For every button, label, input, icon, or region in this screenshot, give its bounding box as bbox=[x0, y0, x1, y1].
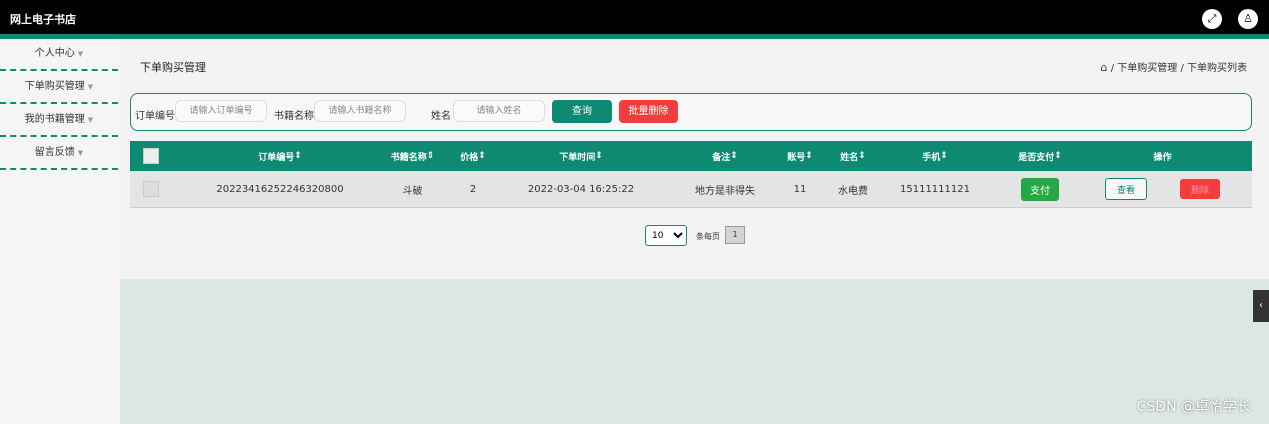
sidebar-item-label: 下单购买管理 bbox=[24, 81, 85, 92]
batch-delete-button[interactable]: 批量删除 bbox=[619, 100, 678, 123]
sort-icon: ⇕ bbox=[426, 151, 435, 161]
fullscreen-icon[interactable]: ⤢ bbox=[1202, 9, 1222, 29]
sort-icon: ⇕ bbox=[858, 151, 866, 161]
sidebar-item-label: 我的书籍管理 bbox=[24, 114, 85, 125]
column-header-label: 订单编号 bbox=[258, 152, 295, 163]
column-header-label: 手机 bbox=[922, 152, 941, 163]
row-select-cell bbox=[140, 171, 162, 207]
column-header-remark[interactable]: 备注 ⇕ bbox=[670, 141, 780, 171]
breadcrumb-item[interactable]: 下单购买管理 bbox=[1117, 63, 1177, 74]
search-form: 订单编号 书籍名称 姓名 查询 批量删除 bbox=[130, 93, 1252, 131]
sort-icon: ⇕ bbox=[1054, 151, 1062, 161]
sort-icon: ⇕ bbox=[294, 151, 302, 161]
caret-down-icon: ▼ bbox=[87, 116, 94, 124]
table-row: 20223416252246320800 斗破 2 2022-03-04 16:… bbox=[130, 171, 1252, 208]
breadcrumb-item: 下单购买列表 bbox=[1187, 63, 1247, 74]
order-no-label: 订单编号 bbox=[135, 111, 175, 122]
column-header-book-name[interactable]: 书籍名称 ⇕ bbox=[380, 141, 445, 171]
sort-icon: ⇕ bbox=[478, 151, 486, 161]
pay-button[interactable]: 支付 bbox=[1021, 177, 1059, 201]
footer-area bbox=[120, 279, 1269, 424]
cell-account: 11 bbox=[793, 183, 807, 195]
caret-down-icon: ▼ bbox=[87, 83, 94, 91]
sidebar-item-label: 个人中心 bbox=[34, 48, 75, 59]
name-label: 姓名 bbox=[431, 111, 451, 122]
sort-icon: ⇕ bbox=[940, 151, 948, 161]
column-header-account[interactable]: 账号 ⇕ bbox=[780, 141, 820, 171]
column-header-label: 姓名 bbox=[840, 152, 859, 163]
column-header-label: 书籍名称 bbox=[390, 152, 427, 163]
column-header-name[interactable]: 姓名 ⇕ bbox=[823, 141, 883, 171]
delete-button[interactable]: 删除 bbox=[1180, 179, 1220, 199]
select-all-checkbox[interactable] bbox=[143, 148, 159, 164]
order-no-input[interactable] bbox=[175, 100, 267, 122]
column-header-label: 下单时间 bbox=[559, 152, 596, 163]
sidebar-item-order-management[interactable]: 下单购买管理 ▼ bbox=[0, 72, 118, 104]
column-header-label: 备注 bbox=[712, 152, 731, 163]
sidebar-item-personal-center[interactable]: 个人中心 ▼ bbox=[0, 39, 118, 71]
top-bar: 网上电子书店 ⤢ ♙ bbox=[0, 0, 1269, 34]
book-name-label: 书籍名称 bbox=[274, 111, 314, 122]
per-page-label: 条每页 bbox=[696, 232, 720, 241]
column-header-order-no[interactable]: 订单编号 ⇕ bbox=[190, 141, 370, 171]
row-checkbox[interactable] bbox=[143, 181, 159, 197]
view-button[interactable]: 查看 bbox=[1105, 178, 1147, 200]
column-header-actions: 操作 bbox=[1110, 141, 1215, 171]
chevron-left-icon[interactable]: ‹ bbox=[1253, 290, 1269, 322]
breadcrumb: ⌂ / 下单购买管理 / 下单购买列表 bbox=[1101, 59, 1247, 74]
sidebar-item-label: 留言反馈 bbox=[34, 147, 75, 158]
column-header-label: 价格 bbox=[460, 152, 479, 163]
column-header-phone[interactable]: 手机 ⇕ bbox=[890, 141, 980, 171]
sidebar: 个人中心 ▼ 下单购买管理 ▼ 我的书籍管理 ▼ 留言反馈 ▼ bbox=[0, 39, 118, 424]
column-header-price[interactable]: 价格 ⇕ bbox=[448, 141, 498, 171]
main-content: 下单购买管理 ⌂ / 下单购买管理 / 下单购买列表 订单编号 书籍名称 姓名 … bbox=[120, 39, 1269, 279]
caret-down-icon: ▼ bbox=[77, 50, 84, 58]
app-title: 网上电子书店 bbox=[10, 13, 76, 26]
page-title: 下单购买管理 bbox=[140, 61, 206, 74]
sidebar-item-my-books[interactable]: 我的书籍管理 ▼ bbox=[0, 105, 118, 137]
home-icon[interactable]: ⌂ bbox=[1101, 61, 1108, 74]
sort-icon: ⇕ bbox=[805, 151, 813, 161]
watermark: CSDN @卓怡学长 bbox=[1136, 399, 1251, 415]
page-number-button[interactable]: 1 bbox=[725, 226, 745, 244]
cell-order-no: 20223416252246320800 bbox=[216, 183, 344, 195]
cell-order-time: 2022-03-04 16:25:22 bbox=[527, 183, 635, 195]
cell-name: 水电费 bbox=[838, 185, 868, 197]
cell-actions: 查看 删除 bbox=[1105, 171, 1220, 207]
book-name-input[interactable] bbox=[314, 100, 406, 122]
page-size-select[interactable]: 10 bbox=[645, 225, 687, 246]
table-header: 订单编号 ⇕ 书籍名称 ⇕ 价格 ⇕ 下单时间 ⇕ 备注 ⇕ 账号 ⇕ 姓名 ⇕ 手机 ⇕ 是否… bbox=[130, 141, 1252, 171]
sort-icon: ⇕ bbox=[730, 151, 738, 161]
caret-down-icon: ▼ bbox=[77, 149, 84, 157]
column-header-paid[interactable]: 是否支付 ⇕ bbox=[1000, 141, 1080, 171]
query-button[interactable]: 查询 bbox=[552, 100, 612, 123]
column-header-order-time[interactable]: 下单时间 ⇕ bbox=[501, 141, 661, 171]
sidebar-item-feedback[interactable]: 留言反馈 ▼ bbox=[0, 138, 118, 170]
cell-remark: 地方是非得失 bbox=[695, 185, 755, 197]
user-avatar-icon[interactable]: ♙ bbox=[1238, 9, 1258, 29]
cell-book-name: 斗破 bbox=[402, 185, 423, 197]
sort-icon: ⇕ bbox=[595, 151, 603, 161]
breadcrumb-separator: / bbox=[1177, 63, 1187, 74]
column-header-label: 账号 bbox=[787, 152, 806, 163]
column-header-label: 是否支付 bbox=[1018, 152, 1055, 163]
column-header-label: 操作 bbox=[1153, 152, 1172, 163]
cell-phone: 15111111121 bbox=[900, 183, 970, 195]
cell-paid: 支付 bbox=[1000, 171, 1080, 207]
name-input[interactable] bbox=[453, 100, 545, 122]
orders-table: 订单编号 ⇕ 书籍名称 ⇕ 价格 ⇕ 下单时间 ⇕ 备注 ⇕ 账号 ⇕ 姓名 ⇕ 手机 ⇕ 是否… bbox=[130, 141, 1252, 208]
cell-price: 2 bbox=[469, 183, 477, 195]
select-all-cell bbox=[140, 141, 162, 171]
